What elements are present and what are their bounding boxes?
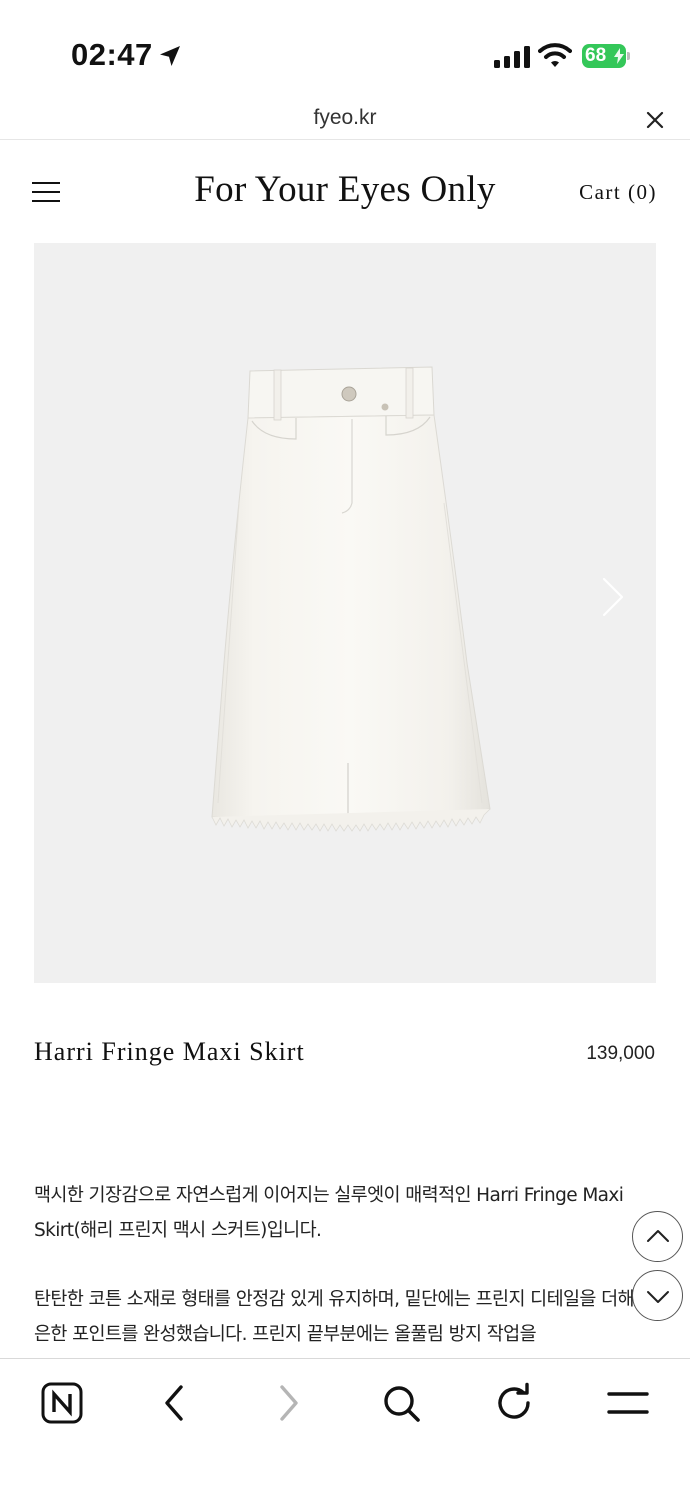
battery-charging-icon: 68 bbox=[582, 44, 630, 68]
skirt-photo bbox=[211, 366, 491, 832]
wifi-icon bbox=[538, 43, 572, 67]
cart-link[interactable]: Cart (0) bbox=[579, 180, 657, 205]
back-icon[interactable] bbox=[153, 1381, 197, 1425]
product-description: 맥시한 기장감으로 자연스럽게 이어지는 실루엣이 매력적인 Harri Fri… bbox=[34, 1178, 664, 1386]
url-text[interactable]: fyeo.kr bbox=[0, 106, 690, 130]
scroll-down-button[interactable] bbox=[632, 1270, 683, 1321]
search-icon[interactable] bbox=[379, 1381, 423, 1425]
status-time: 02:47 bbox=[71, 37, 153, 72]
hamburger-menu-icon[interactable] bbox=[32, 181, 60, 205]
chevron-up-icon bbox=[647, 1230, 669, 1242]
product-name: Harri Fringe Maxi Skirt bbox=[34, 1037, 305, 1066]
close-icon[interactable] bbox=[644, 109, 666, 131]
forward-icon[interactable] bbox=[266, 1381, 310, 1425]
menu-icon[interactable] bbox=[605, 1381, 651, 1425]
product-price: 139,000 bbox=[586, 1043, 655, 1064]
chevron-down-icon bbox=[647, 1291, 669, 1303]
chevron-right-icon[interactable] bbox=[598, 575, 628, 619]
location-arrow-icon bbox=[160, 46, 180, 66]
browser-toolbar bbox=[0, 1358, 690, 1500]
naver-icon[interactable] bbox=[40, 1381, 84, 1425]
url-bar[interactable]: fyeo.kr bbox=[0, 100, 690, 140]
battery-level: 68 bbox=[585, 45, 607, 66]
description-paragraph-2: 탄탄한 코튼 소재로 형태를 안정감 있게 유지하며, 밑단에는 프린지 디테일… bbox=[34, 1289, 656, 1345]
description-paragraph-1: 맥시한 기장감으로 자연스럽게 이어지는 실루엣이 매력적인 Harri Fri… bbox=[34, 1185, 624, 1241]
product-image[interactable] bbox=[34, 243, 656, 983]
signal-icon bbox=[494, 46, 530, 68]
reload-icon[interactable] bbox=[492, 1381, 536, 1425]
scroll-up-button[interactable] bbox=[632, 1211, 683, 1262]
status-bar: 02:47 68 bbox=[0, 0, 690, 100]
